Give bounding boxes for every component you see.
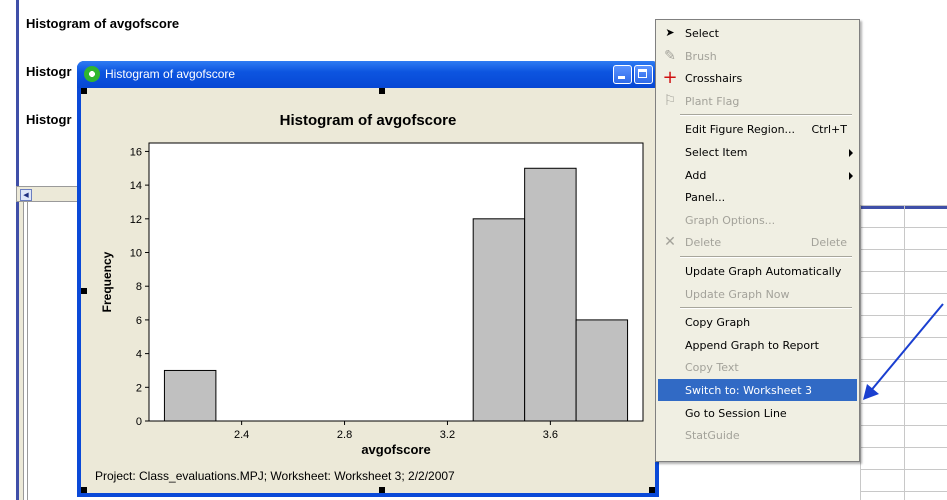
- menu-item-label: Brush: [685, 49, 717, 63]
- menu-item-label: Graph Options...: [685, 213, 776, 227]
- selection-handle[interactable]: [81, 487, 87, 493]
- menu-item-label: Update Graph Automatically: [685, 265, 842, 278]
- menu-update-graph-automatically[interactable]: Update Graph Automatically: [658, 260, 857, 282]
- y-tick-label: 2: [136, 382, 142, 394]
- menu-switch-to-worksheet[interactable]: Switch to: Worksheet 3: [658, 379, 857, 401]
- submenu-arrow-icon: [849, 149, 853, 157]
- menu-item-label: Select: [685, 27, 719, 40]
- annotation-arrow: [863, 303, 944, 400]
- flag-icon: ⚐: [663, 92, 677, 109]
- menu-statguide: StatGuide: [658, 424, 857, 446]
- y-tick-label: 0: [136, 416, 142, 428]
- x-tick-label: 2.4: [234, 429, 249, 441]
- menu-item-label: Plant Flag: [685, 94, 740, 108]
- y-axis-label: Frequency: [100, 251, 114, 312]
- y-tick-label: 16: [130, 146, 142, 158]
- menu-separator: [680, 114, 852, 117]
- menu-separator: [680, 256, 852, 258]
- session-heading-3: Histogr: [26, 112, 72, 127]
- menu-plant-flag: ⚐ Plant Flag: [658, 90, 857, 112]
- menu-item-label: Switch to: Worksheet 3: [685, 384, 813, 397]
- worksheet-left-edge: [16, 202, 24, 500]
- maximize-button[interactable]: [634, 65, 653, 84]
- arrow-cursor-icon: ➤: [665, 26, 675, 39]
- y-tick-label: 14: [130, 180, 142, 192]
- graph-window-titlebar[interactable]: Histogram of avgofscore: [77, 61, 659, 88]
- menu-item-label: Append Graph to Report: [685, 338, 819, 352]
- menu-edit-figure-region[interactable]: Edit Figure Region... Ctrl+T: [658, 118, 857, 140]
- graph-window[interactable]: Histogram of avgofscore Histogram of avg…: [77, 61, 659, 497]
- menu-copy-text: Copy Text: [658, 356, 857, 378]
- menu-delete: ✕ Delete Delete: [658, 231, 857, 253]
- y-tick-label: 12: [130, 214, 142, 226]
- x-axis-label: avgofscore: [361, 442, 430, 457]
- crosshair-icon: +: [662, 67, 678, 89]
- histogram-chart[interactable]: 0 2 4 6 8 10 12 14 16 2.4 2.8 3.2 3.6 avgofscore Frequ…: [81, 88, 655, 468]
- menu-item-label: StatGuide: [685, 429, 740, 443]
- menu-item-label: Copy Graph: [685, 316, 751, 330]
- menu-select-item[interactable]: Select Item: [658, 141, 857, 163]
- histogram-bar-1: [472, 218, 526, 422]
- x-tick-label: 3.2: [440, 429, 455, 441]
- delete-x-icon: ✕: [664, 234, 676, 251]
- histogram-bar-0: [163, 369, 217, 422]
- menu-append-graph-to-report[interactable]: Append Graph to Report: [658, 334, 857, 356]
- y-tick-label: 6: [136, 315, 142, 327]
- worksheet-row-column: [24, 202, 28, 500]
- x-tick-label: 2.8: [337, 429, 352, 441]
- menu-item-label: Copy Text: [685, 361, 739, 375]
- submenu-arrow-icon: [849, 171, 853, 180]
- session-heading-1: Histogram of avgofscore: [26, 16, 180, 31]
- graph-canvas[interactable]: Histogram of avgofscore 0 2 4 6 8 10 12 14 16 2.4…: [81, 88, 655, 493]
- histogram-bar-3: [575, 319, 629, 422]
- scroll-left-icon[interactable]: ◀: [20, 189, 32, 201]
- menu-item-label: Edit Figure Region...: [685, 123, 796, 137]
- graph-window-title: Histogram of avgofscore: [105, 67, 236, 81]
- menu-panel[interactable]: Panel...: [658, 186, 857, 208]
- menu-graph-options: Graph Options...: [658, 209, 857, 231]
- menu-item-label: Crosshairs: [685, 72, 743, 86]
- menu-shortcut: Ctrl+T: [811, 123, 847, 137]
- minitab-graph-icon: [84, 66, 100, 82]
- x-tick-label: 3.6: [543, 429, 558, 441]
- menu-select[interactable]: ➤ Select: [658, 22, 857, 44]
- menu-item-label: Add: [685, 168, 707, 182]
- menu-shortcut: Delete: [810, 236, 847, 250]
- menu-add[interactable]: Add: [658, 164, 857, 186]
- menu-separator: [680, 307, 852, 310]
- menu-item-label: Update Graph Now: [685, 287, 790, 301]
- menu-crosshairs[interactable]: + Crosshairs: [658, 67, 857, 89]
- menu-item-label: Panel...: [685, 191, 726, 205]
- menu-go-to-session-line[interactable]: Go to Session Line: [658, 402, 857, 424]
- y-tick-label: 4: [136, 349, 142, 361]
- context-menu: ➤ Select ✎ Brush + Crosshairs ⚐ Plant Flag Edit …: [655, 19, 860, 462]
- brush-icon: ✎: [664, 47, 676, 64]
- selection-handle[interactable]: [649, 487, 655, 493]
- menu-item-label: Go to Session Line: [685, 406, 787, 420]
- menu-update-graph-now: Update Graph Now: [658, 283, 857, 305]
- menu-copy-graph[interactable]: Copy Graph: [658, 311, 857, 333]
- menu-brush: ✎ Brush: [658, 45, 857, 67]
- y-tick-label: 10: [130, 248, 142, 260]
- histogram-bar-2: [524, 167, 577, 422]
- minimize-button[interactable]: [613, 65, 632, 84]
- selection-handle[interactable]: [379, 487, 385, 493]
- graph-footnote: Project: Class_evaluations.MPJ; Workshee…: [95, 469, 455, 483]
- session-heading-2: Histogr: [26, 64, 72, 79]
- menu-item-label: Delete: [685, 236, 722, 250]
- y-tick-label: 8: [136, 281, 142, 293]
- menu-item-label: Select Item: [685, 146, 748, 159]
